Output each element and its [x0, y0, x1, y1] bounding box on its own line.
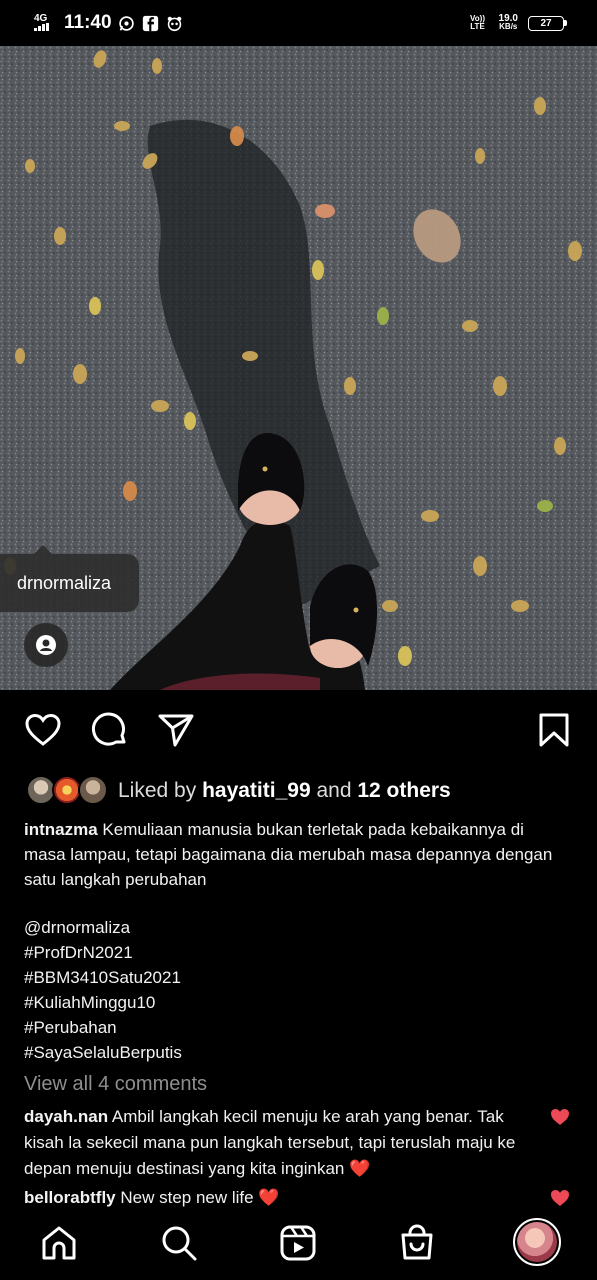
comment-button[interactable]	[90, 710, 130, 750]
comment-text: New step new life	[120, 1188, 254, 1207]
network-indicator: 4G	[34, 13, 56, 33]
liked-by-text: Liked by hayatiti_99 and 12 others	[118, 779, 451, 803]
caption-username[interactable]: intnazma	[24, 820, 98, 839]
clock: 11:40	[64, 12, 112, 33]
panda-app-icon	[166, 14, 184, 32]
nav-shop[interactable]	[395, 1221, 439, 1265]
comment-like-button[interactable]	[549, 1106, 571, 1128]
hashtag-link[interactable]: #BBM3410Satu2021	[24, 965, 182, 990]
search-icon	[162, 1226, 197, 1261]
whatsapp-icon	[118, 14, 136, 32]
liked-by-prefix: Liked by	[118, 779, 197, 802]
profile-avatar	[513, 1218, 561, 1266]
reels-icon	[280, 1225, 316, 1261]
liked-by-others[interactable]: 12 others	[357, 779, 450, 802]
battery-indicator: 27	[528, 15, 567, 31]
comment-item: dayah.nan Ambil langkah kecil menuju ke …	[24, 1104, 534, 1182]
avatar	[78, 775, 108, 805]
liked-by-and: and	[316, 779, 352, 802]
user-tag-icon	[36, 635, 56, 655]
nav-profile[interactable]	[513, 1218, 561, 1266]
profile-avatar-image	[517, 1222, 557, 1262]
comment-username[interactable]: dayah.nan	[24, 1107, 108, 1126]
bottom-navigation	[0, 1207, 597, 1280]
hashtag-link[interactable]: #SayaSelaluBerputis	[24, 1040, 182, 1065]
battery-level: 27	[528, 15, 564, 31]
liker-avatars	[26, 775, 112, 807]
like-button[interactable]	[23, 710, 63, 750]
liked-by-user[interactable]: hayatiti_99	[202, 779, 311, 802]
heart-emoji: ❤️	[349, 1159, 371, 1178]
battery-tip	[564, 20, 567, 26]
hashtag-list: @drnormaliza #ProfDrN2021 #BBM3410Satu20…	[24, 915, 182, 1065]
bookmark-icon	[539, 713, 569, 747]
heart-filled-icon	[551, 1109, 569, 1125]
hashtag-link[interactable]: #Perubahan	[24, 1015, 182, 1040]
mention-link[interactable]: @drnormaliza	[24, 915, 182, 940]
save-button[interactable]	[534, 710, 574, 750]
caption-text: Kemuliaan manusia bukan terletak pada ke…	[24, 820, 553, 889]
speed-unit: KB/s	[499, 22, 518, 31]
heart-emoji: ❤️	[258, 1188, 280, 1207]
likes-summary[interactable]: Liked by hayatiti_99 and 12 others	[26, 773, 451, 809]
home-icon	[42, 1226, 76, 1260]
hashtag-link[interactable]: #KuliahMinggu10	[24, 990, 182, 1015]
post-caption: intnazma Kemuliaan manusia bukan terleta…	[24, 817, 564, 892]
heart-filled-icon	[551, 1190, 569, 1206]
tagged-users-button[interactable]	[24, 623, 68, 667]
nav-home[interactable]	[37, 1221, 81, 1265]
user-tag-bubble[interactable]: drnormaliza	[0, 545, 139, 612]
post-actions	[0, 706, 597, 756]
nav-reels[interactable]	[276, 1221, 320, 1265]
post-photo[interactable]: drnormaliza	[0, 46, 597, 690]
heart-icon	[25, 713, 61, 746]
nav-search[interactable]	[157, 1221, 201, 1265]
comment-username[interactable]: bellorabtfly	[24, 1188, 116, 1207]
signal-icon	[34, 22, 49, 31]
status-bar: 4G 11:40 Vo)) LTE 19.0 KB/s 27	[0, 0, 597, 46]
share-icon	[158, 714, 194, 747]
comment-icon	[91, 712, 126, 746]
comment-like-button[interactable]	[549, 1187, 571, 1209]
share-button[interactable]	[156, 710, 196, 750]
volte-indicator: Vo)) LTE	[470, 14, 486, 31]
facebook-icon	[142, 14, 160, 32]
network-speed: 19.0 KB/s	[499, 14, 518, 31]
shop-icon	[401, 1224, 433, 1260]
hashtag-link[interactable]: #ProfDrN2021	[24, 940, 182, 965]
view-all-comments-link[interactable]: View all 4 comments	[24, 1073, 207, 1096]
